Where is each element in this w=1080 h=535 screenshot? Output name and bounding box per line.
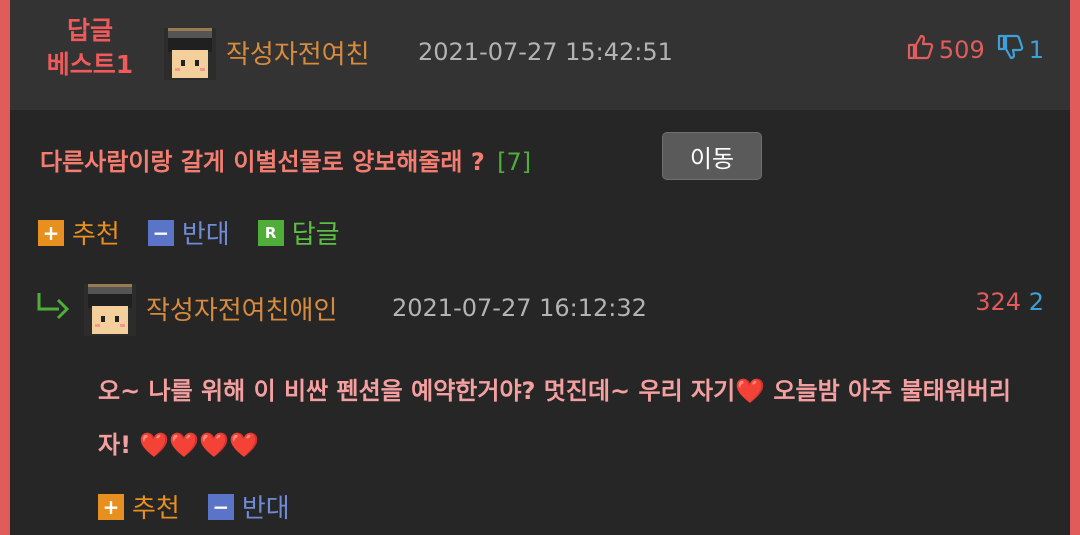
- oppose-button[interactable]: − 반대: [147, 214, 230, 251]
- avatar[interactable]: [164, 28, 216, 80]
- reply-recommend-button[interactable]: + 추천: [98, 488, 180, 525]
- reply-body: 오~ 나를 위해 이 비싼 펜션을 예약한거야? 멋진데~ 우리 자기❤️ 오늘…: [98, 364, 1043, 472]
- post-datetime: 2021-07-27 15:42:51: [418, 38, 673, 66]
- reply-recommend-label: 추천: [132, 494, 180, 524]
- move-button[interactable]: 이동: [662, 132, 762, 180]
- post-actions: + 추천 − 반대 R 답글: [38, 214, 368, 251]
- post-author[interactable]: 작성자전여친: [226, 34, 370, 71]
- reply-avatar[interactable]: [84, 284, 136, 336]
- comment-header: 답글 베스트1 작성자전여친 2021-07-27 15:42:51 509 1: [10, 0, 1070, 110]
- reply-upvote-count: 324: [975, 288, 1022, 316]
- best-badge-line1: 답글: [66, 16, 113, 45]
- minus-icon: −: [207, 493, 234, 520]
- best-reply-badge: 답글 베스트1: [30, 14, 150, 82]
- post-votes: 509 1: [905, 32, 1044, 68]
- reply-oppose-label: 반대: [241, 494, 290, 524]
- recommend-label: 추천: [72, 220, 120, 250]
- heart-emoji: ❤️: [735, 377, 766, 405]
- reply-text-part1: 오~ 나를 위해 이 비싼 펜션을 예약한거야? 멋진데~ 우리 자기: [98, 377, 736, 405]
- minus-icon: −: [147, 219, 174, 246]
- plus-icon: +: [38, 219, 64, 246]
- reply-oppose-button[interactable]: − 반대: [207, 488, 290, 525]
- reply-downvote-count: 2: [1028, 288, 1044, 316]
- thumbs-up-icon[interactable]: [905, 32, 935, 68]
- reply-actions: + 추천 − 반대: [98, 488, 318, 525]
- r-icon: R: [257, 219, 284, 246]
- thumbs-down-icon[interactable]: [995, 32, 1025, 68]
- recommend-button[interactable]: + 추천: [38, 214, 120, 251]
- reply-label: 답글: [291, 220, 340, 250]
- reply-author[interactable]: 작성자전여친애인: [146, 290, 337, 327]
- hearts-emoji: ❤️❤️❤️❤️: [139, 431, 259, 459]
- post-title-text: 다른사람이랑 갈게 이별선물로 양보해줄래 ?: [40, 148, 485, 176]
- reply-button[interactable]: R 답글: [257, 214, 340, 251]
- plus-icon: +: [98, 493, 124, 520]
- reply-datetime: 2021-07-27 16:12:32: [392, 294, 647, 322]
- best-badge-line2: 베스트1: [46, 50, 134, 79]
- comment-frame: 답글 베스트1 작성자전여친 2021-07-27 15:42:51 509 1…: [10, 0, 1070, 535]
- oppose-label: 반대: [181, 220, 230, 250]
- post-title[interactable]: 다른사람이랑 갈게 이별선물로 양보해줄래 ? [7]: [40, 142, 531, 177]
- reply-arrow-icon: [36, 290, 70, 328]
- reply-count: [7]: [497, 148, 532, 176]
- downvote-count: 1: [1028, 36, 1044, 64]
- upvote-count: 509: [938, 36, 985, 64]
- reply-votes: 324 2: [975, 288, 1044, 316]
